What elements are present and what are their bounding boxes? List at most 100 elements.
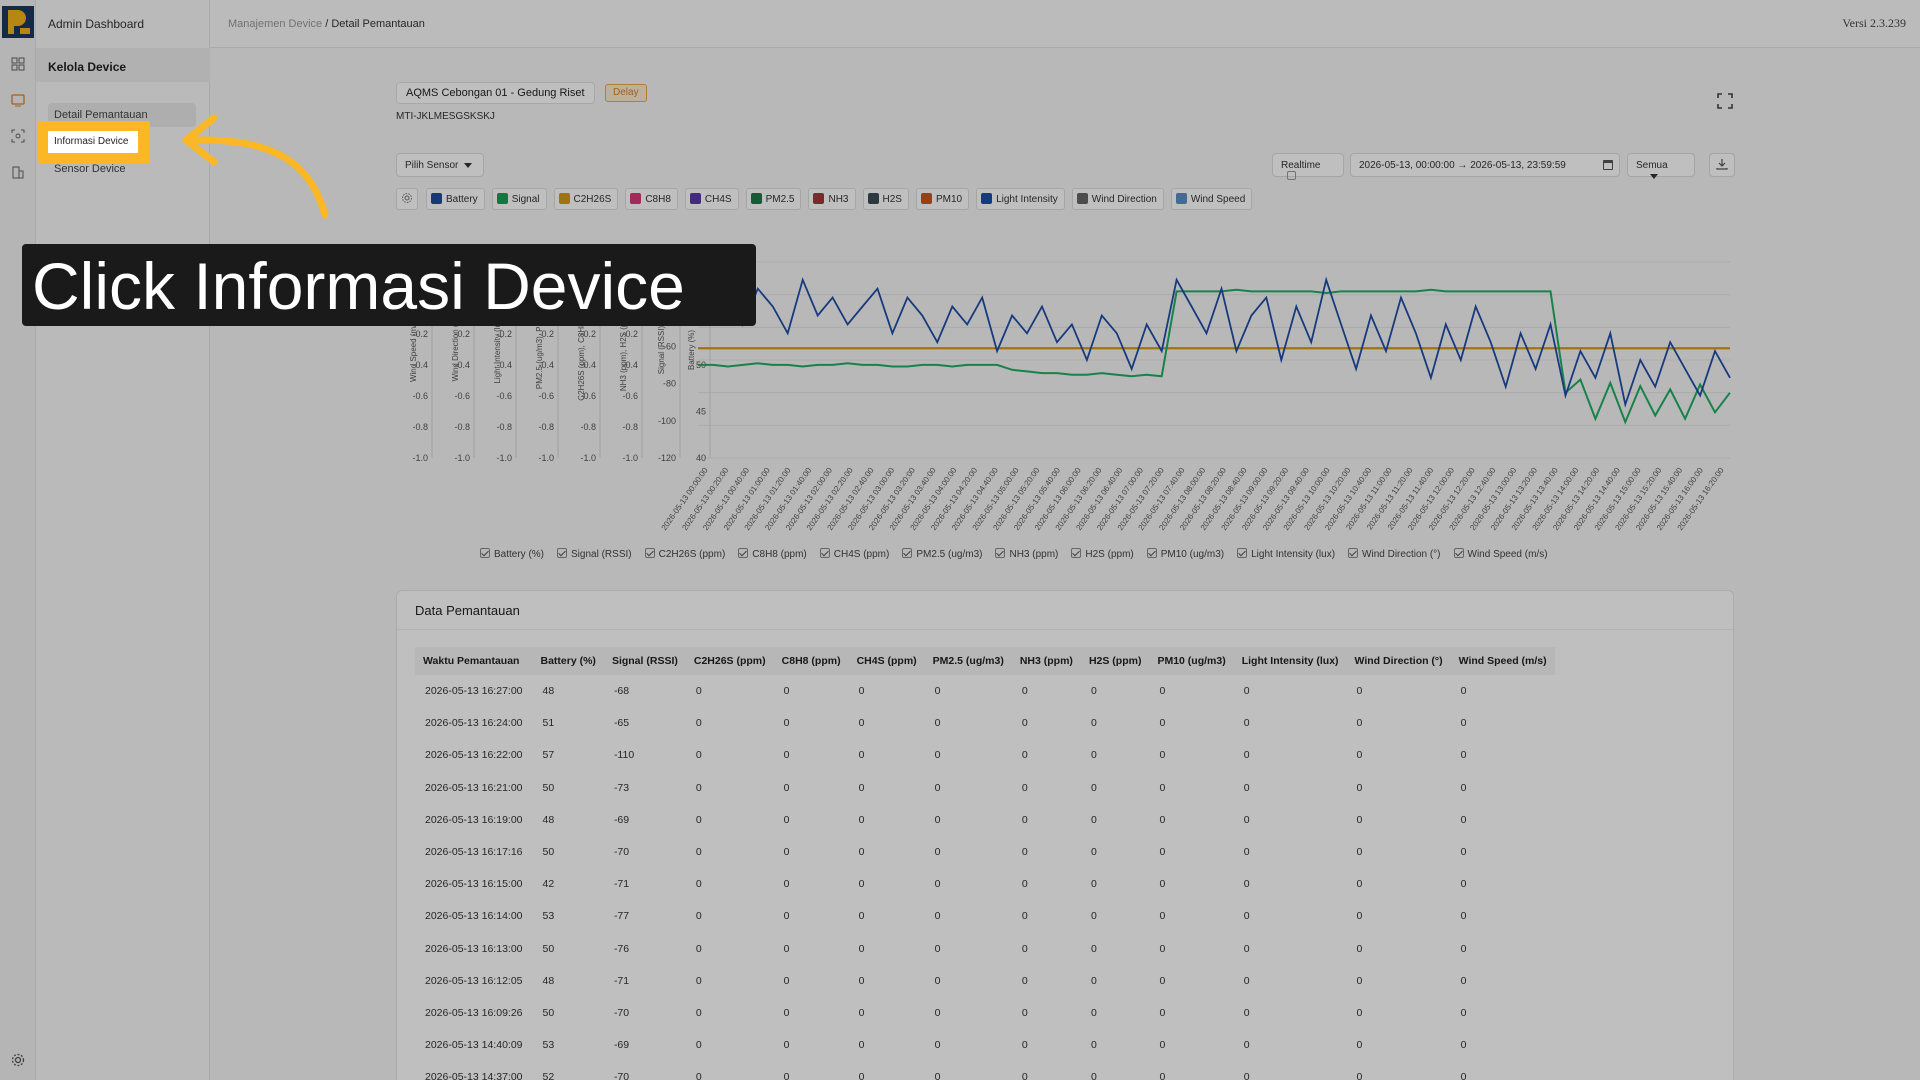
building-icon[interactable] [10,164,26,180]
settings-gear-icon[interactable] [10,1052,26,1068]
legend-checkbox[interactable] [1348,548,1359,558]
legend-item[interactable]: PM10 (ug/m3) [1146,548,1224,560]
legend-checkbox[interactable] [557,548,568,558]
table-cell: 0 [1159,813,1166,826]
legend-item[interactable]: Wind Direction (°) [1348,548,1441,560]
y-axis-label: Wind Direction (°) [451,318,460,381]
table-cell: 0 [783,878,790,891]
color-swatch [630,193,642,204]
filter-dropdown[interactable]: Semua [1627,153,1695,179]
legend-checkbox[interactable] [1237,548,1248,558]
sensor-chip-h2s[interactable]: H2S [862,188,909,210]
nav-group-kelola-device[interactable]: Kelola Device [36,48,210,82]
sensor-chip-battery[interactable]: Battery [426,188,485,210]
legend-item[interactable]: PM2.5 (ug/m3) [902,548,982,560]
legend-item[interactable]: H2S (ppm) [1071,548,1134,560]
sensor-chip-nh3[interactable]: NH3 [808,188,856,210]
table-cell: 0 [695,1006,702,1019]
realtime-checkbox[interactable] [1287,171,1296,180]
dashboard-icon[interactable] [10,56,26,72]
y-tick-label: 45 [696,407,706,417]
breadcrumb-parent[interactable]: Manajemen Device [228,18,322,30]
table-cell: 0 [858,1039,865,1052]
fullscreen-icon[interactable] [1716,92,1734,110]
chevron-down-icon [1650,173,1658,179]
chip-settings-button[interactable] [396,188,418,210]
legend-checkbox[interactable] [644,548,655,558]
table-cell: -69 [613,813,630,826]
table-cell: 2026-05-13 16:12:05 [425,974,523,987]
table-cell: 0 [783,717,790,730]
table-row: 2026-05-13 16:22:00 57 -110 0 0 0 0 0 0 0 0 0 0 [415,739,1555,771]
table-cell: 0 [1090,878,1097,891]
legend-item[interactable]: Wind Speed (m/s) [1453,548,1548,560]
table-cell: 0 [1356,685,1363,698]
table-cell: 0 [783,910,790,923]
legend-checkbox[interactable] [1146,548,1157,558]
date-range-picker[interactable]: 2026-05-13, 00:00:00 → 2026-05-13, 23:59… [1350,153,1620,177]
sensor-chip-c8h8[interactable]: C8H8 [625,188,678,210]
table-cell: 0 [695,974,702,987]
table-cell: 0 [1460,1006,1467,1019]
legend-checkbox[interactable] [480,548,490,558]
scan-icon[interactable] [10,128,26,144]
sensor-chip-wind-direction[interactable]: Wind Direction [1071,188,1164,210]
legend-checkbox[interactable] [738,548,749,558]
legend-item[interactable]: Signal (RSSI) [557,548,632,560]
sensor-chip-wind-speed[interactable]: Wind Speed [1170,188,1253,210]
table-cell: 0 [1460,1071,1467,1080]
legend-item[interactable]: Light Intensity (lux) [1237,548,1335,560]
legend-item[interactable]: Battery (%) [480,548,544,560]
legend-checkbox[interactable] [1453,548,1464,558]
legend-checkbox[interactable] [1071,548,1082,558]
legend-label: C8H8 (ppm) [752,549,807,560]
table-cell: 57 [542,749,555,762]
realtime-toggle[interactable]: Realtime [1272,153,1344,180]
sensor-select-dropdown[interactable]: Pilih Sensor [396,153,484,177]
table-cell: -73 [613,781,630,794]
table-cell: 0 [783,1006,790,1019]
table-cell: 0 [1090,1006,1097,1019]
legend-item[interactable]: C8H8 (ppm) [738,548,807,560]
y-tick-label: -0.6 [454,391,470,401]
legend-checkbox[interactable] [819,548,830,558]
table-row: 2026-05-13 16:15:00 42 -71 0 0 0 0 0 0 0 0 0 0 [415,868,1555,900]
table-cell: 51 [542,717,555,730]
data-table-card: Data Pemantauan Waktu Pemantauan Battery … [396,590,1734,1080]
table-cell: 0 [858,942,865,955]
sensor-chip-c2h26s[interactable]: C2H26S [553,188,619,210]
sensor-chip-light-intensity[interactable]: Light Intensity [976,188,1065,210]
table-cell: 0 [858,974,865,987]
y-tick-label: -1.0 [412,453,428,463]
column-header: Wind Direction (°) [1346,647,1451,675]
filter-value: Semua [1636,160,1668,171]
sensor-chip-signal[interactable]: Signal [491,188,547,210]
sensor-chip-ch4s[interactable]: CH4S [684,188,739,210]
legend-item[interactable]: C2H26S (ppm) [644,548,725,560]
top-bar: Manajemen Device / Detail Pemantauan Ver… [210,0,1920,48]
tutorial-arrow-icon [182,114,329,219]
table-cell: 0 [695,813,702,826]
device-monitor-icon[interactable] [10,92,26,108]
table-cell: 0 [1159,1039,1166,1052]
download-button[interactable] [1709,153,1735,177]
table-cell: 50 [542,781,555,794]
legend-item[interactable]: NH3 (ppm) [995,548,1058,560]
legend-checkbox[interactable] [995,548,1006,558]
table-cell: 2026-05-13 16:22:00 [425,749,523,762]
chevron-down-icon [464,162,473,168]
legend-checkbox[interactable] [902,548,913,558]
sensor-chip-pm10[interactable]: PM10 [915,188,970,210]
sensor-chip-label: Wind Direction [1091,194,1157,205]
sensor-chip-pm2-5[interactable]: PM2.5 [745,188,802,210]
chart-legend: Battery (%) Signal (RSSI) C2H26S (ppm) C8H8… [480,548,1561,562]
legend-label: CH4S (ppm) [833,549,890,560]
column-header: Signal (RSSI) [603,647,686,675]
legend-item[interactable]: CH4S (ppm) [819,548,890,560]
divider [397,629,1733,630]
table-cell: 0 [783,974,790,987]
table-cell: 0 [1090,717,1097,730]
highlighted-informasi-device[interactable]: Informasi Device [48,131,138,153]
color-swatch [920,193,932,204]
table-cell: 0 [1243,813,1250,826]
